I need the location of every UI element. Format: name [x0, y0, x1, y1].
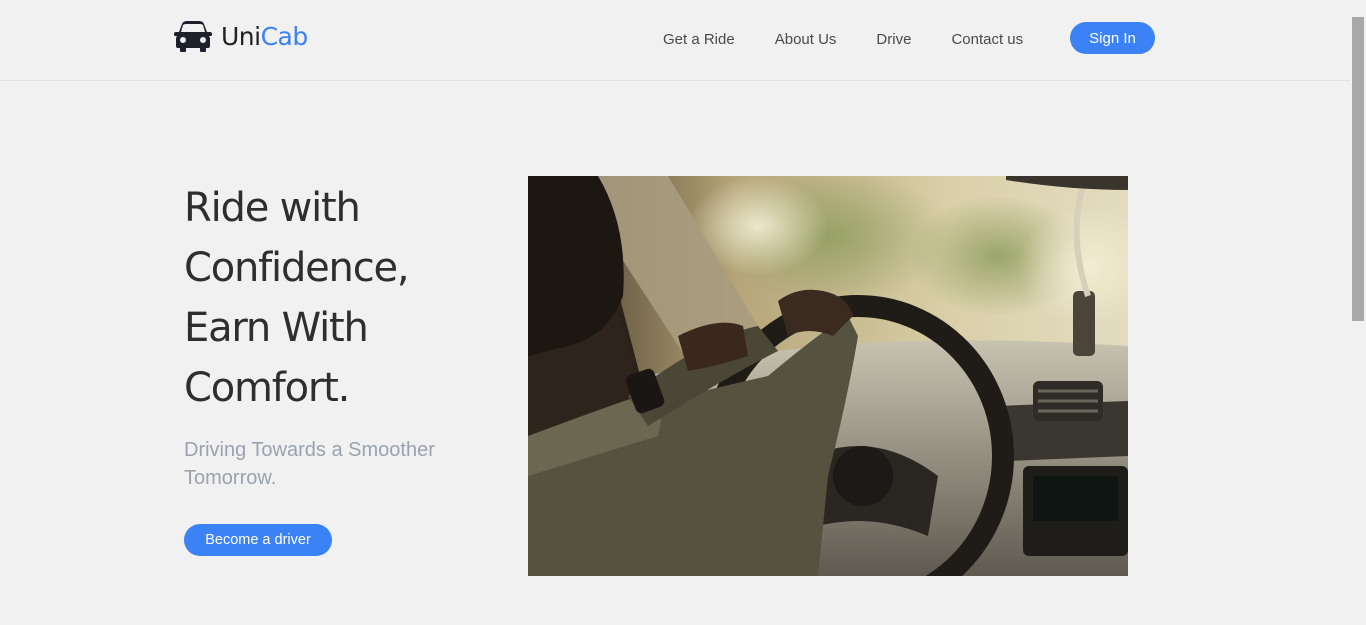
- hero-title-line-2: Confidence,: [184, 245, 410, 291]
- hero-image-driver: [528, 176, 1128, 576]
- nav-links: Get a Ride About Us Drive Contact us: [663, 31, 1023, 48]
- brand-logo[interactable]: UniCab: [173, 20, 308, 52]
- nav-link-contact-us[interactable]: Contact us: [951, 31, 1023, 48]
- brand-name-part2: Cab: [260, 21, 309, 51]
- sign-in-button[interactable]: Sign In: [1070, 22, 1155, 54]
- brand-name: UniCab: [221, 24, 308, 49]
- brand-name-part1: Uni: [221, 21, 261, 51]
- hero-title-line-3: Earn With: [184, 305, 369, 351]
- nav-link-get-a-ride[interactable]: Get a Ride: [663, 31, 735, 48]
- scrollbar-thumb[interactable]: [1352, 17, 1364, 321]
- become-a-driver-button[interactable]: Become a driver: [184, 524, 332, 556]
- navbar: UniCab Get a Ride About Us Drive Contact…: [0, 0, 1350, 81]
- hero-subtitle: Driving Towards a Smoother Tomorrow.: [184, 439, 435, 489]
- hero-title: Ride with Confidence, Earn With Comfort.: [184, 178, 514, 418]
- page: UniCab Get a Ride About Us Drive Contact…: [0, 0, 1366, 625]
- hero-title-line-4: Comfort.: [184, 365, 350, 411]
- hero-title-line-1: Ride with: [184, 185, 361, 231]
- nav-link-about-us[interactable]: About Us: [775, 31, 837, 48]
- nav-link-drive[interactable]: Drive: [876, 31, 911, 48]
- car-icon: [173, 20, 213, 52]
